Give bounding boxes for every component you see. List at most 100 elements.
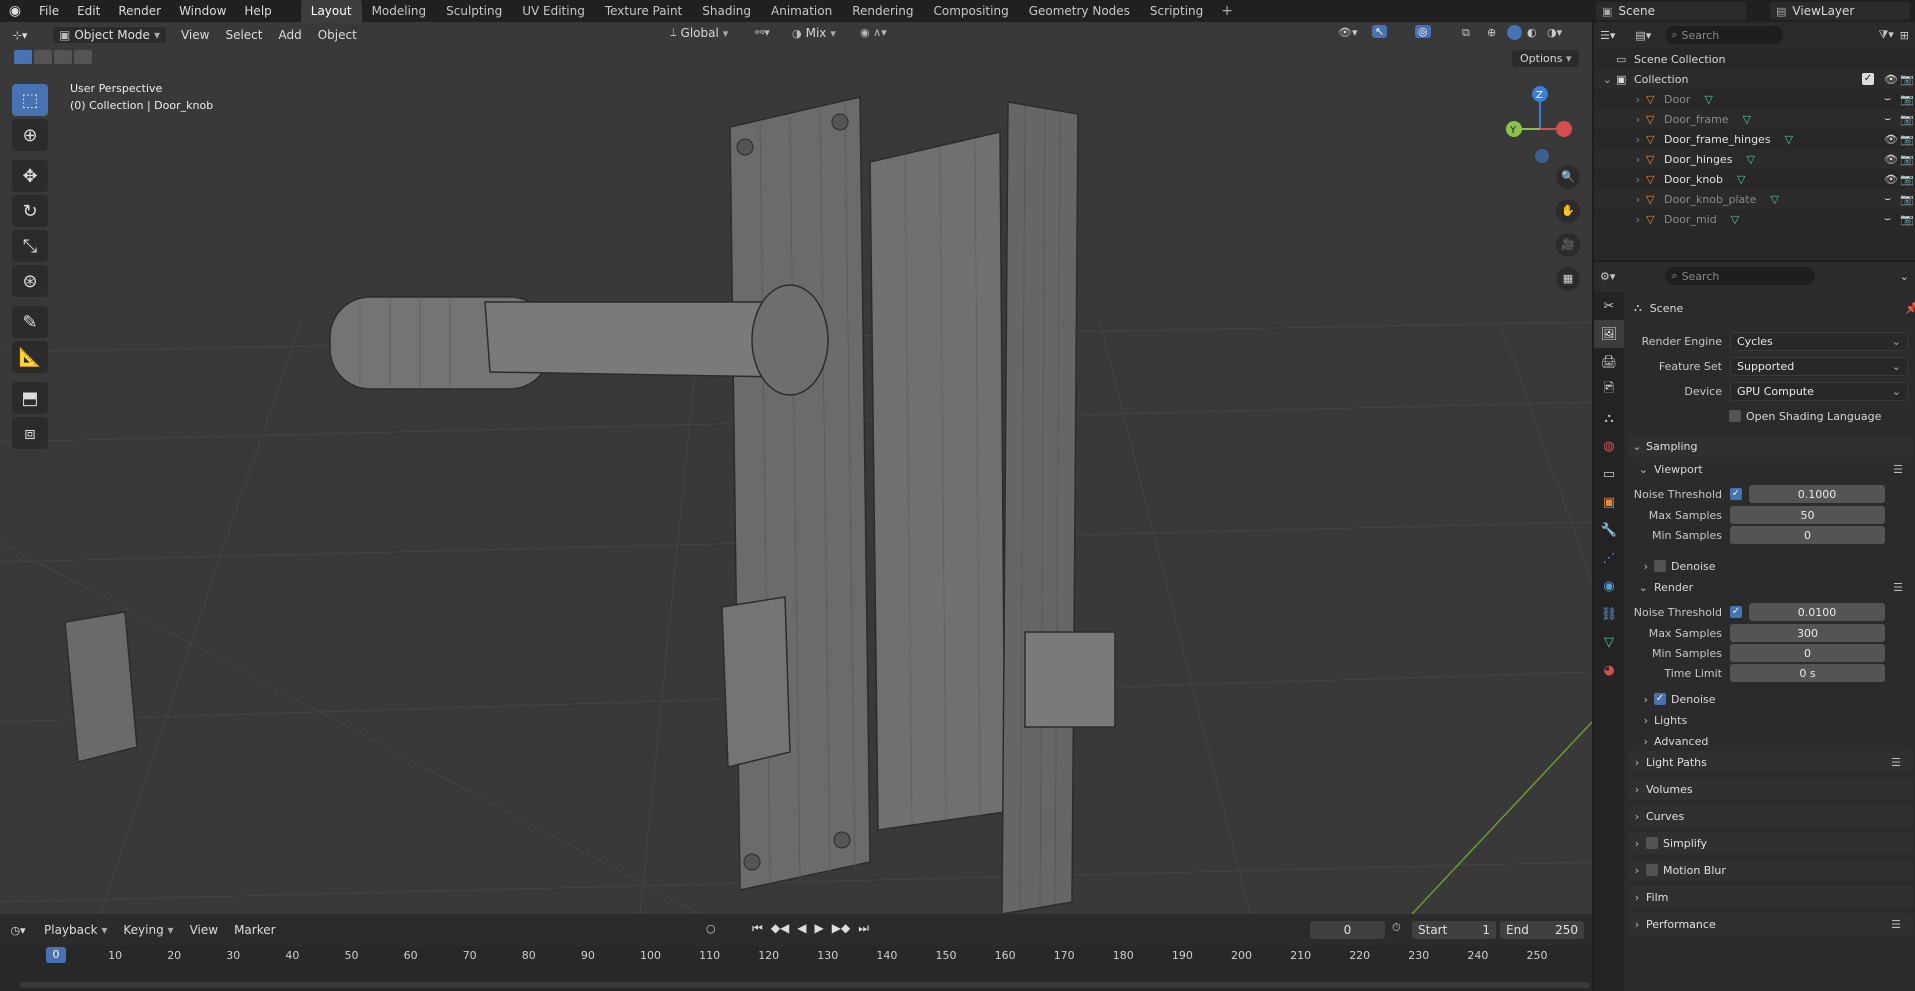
camera-icon[interactable]: 📷: [1900, 173, 1914, 186]
outliner-object-row[interactable]: › ▽ Door_frame_hinges ▽ 👁 📷: [1594, 129, 1915, 149]
r-denoise-checkbox[interactable]: ✓: [1654, 693, 1666, 705]
menu-select[interactable]: Select: [217, 22, 270, 48]
osl-checkbox-row[interactable]: Open Shading Language: [1729, 406, 1915, 426]
render-tab-icon[interactable]: 🖼: [1594, 320, 1624, 348]
tab-compositing[interactable]: Compositing: [923, 0, 1018, 22]
pan-icon[interactable]: ✋: [1556, 199, 1580, 223]
expand-icon[interactable]: ›: [1594, 193, 1646, 206]
render-subpanel-header[interactable]: ⌄ Render ☰: [1624, 577, 1915, 597]
tab-shading[interactable]: Shading: [692, 0, 761, 22]
light-paths-panel[interactable]: › Light Paths ☰: [1628, 751, 1913, 773]
outliner-object-row[interactable]: › ▽ Door_frame ▽ ⌣ 📷: [1594, 109, 1915, 129]
object-tab-icon[interactable]: ▣: [1594, 488, 1624, 516]
outliner-object-row[interactable]: › ▽ Door_knob_plate ▽ ⌣ 📷: [1594, 189, 1915, 209]
tool-tab-icon[interactable]: ✂: [1594, 292, 1624, 320]
expand-icon[interactable]: ›: [1594, 213, 1646, 226]
eye-hidden-icon[interactable]: ⌣: [1884, 112, 1891, 126]
r-max-field[interactable]: 300: [1730, 624, 1885, 642]
select-box-tool[interactable]: ⬚: [12, 84, 48, 116]
camera-view-icon[interactable]: 🎥: [1556, 233, 1580, 257]
start-frame-field[interactable]: Start 1: [1412, 921, 1496, 939]
menu-window[interactable]: Window: [170, 0, 235, 22]
tab-animation[interactable]: Animation: [761, 0, 842, 22]
camera-icon[interactable]: 📷: [1900, 213, 1914, 226]
outliner-search[interactable]: ⌕ Search: [1665, 26, 1784, 44]
overlay-toggle-icon[interactable]: ◎: [1415, 25, 1431, 38]
add-workspace-icon[interactable]: +: [1213, 3, 1241, 19]
menu-marker[interactable]: Marker: [226, 917, 283, 943]
menu-playback[interactable]: Playback ▾: [36, 917, 115, 943]
chevron-down-icon[interactable]: ⌄: [1900, 270, 1909, 283]
editor-type-icon[interactable]: ⊹▾: [0, 29, 40, 42]
properties-editor[interactable]: ⚙▾ ⌕ Search ⌄ ✂ 🖼 🖨 🖻 ⛬ ◍ ▭ ▣ 🔧 ⋰ ◉ ⛓ ▽ …: [1594, 262, 1915, 991]
outliner-editor[interactable]: ☰▾ ▤▾ ⌕ Search ⧩▾ ⊞ ▭ Scene Collection ⌄…: [1594, 22, 1915, 260]
expand-icon[interactable]: ›: [1594, 173, 1646, 186]
add-cube-tool[interactable]: ⬒: [12, 382, 48, 414]
transform-tool[interactable]: ⊛: [12, 265, 48, 297]
vp-min-field[interactable]: 0: [1730, 526, 1885, 544]
expand-icon[interactable]: ⌄: [1594, 73, 1616, 86]
tab-layout[interactable]: Layout: [300, 0, 362, 22]
shading-wireframe-icon[interactable]: ⊕: [1487, 26, 1496, 39]
visibility-icon[interactable]: 👁▾: [1338, 26, 1358, 39]
gizmo-toggle-icon[interactable]: ↖: [1372, 25, 1388, 38]
motion-blur-panel[interactable]: › Motion Blur: [1628, 859, 1913, 881]
feature-set-dropdown[interactable]: Supported ⌄: [1730, 356, 1908, 376]
properties-search[interactable]: ⌕ Search: [1665, 267, 1816, 285]
menu-timeline-view[interactable]: View: [182, 917, 226, 943]
expand-icon[interactable]: ›: [1594, 153, 1646, 166]
vp-denoise-row[interactable]: › Denoise: [1624, 556, 1915, 576]
select-extend-icon[interactable]: [34, 50, 52, 64]
osl-checkbox[interactable]: [1729, 410, 1741, 422]
prev-keyframe-icon[interactable]: ◆◀: [771, 921, 789, 936]
simplify-panel[interactable]: › Simplify: [1628, 832, 1913, 854]
scene-tab-icon[interactable]: ⛬: [1594, 404, 1624, 432]
pin-icon[interactable]: 📌: [1905, 302, 1915, 315]
outliner-object-row[interactable]: › ▽ Door_knob ▽ 👁 📷: [1594, 169, 1915, 189]
options-button[interactable]: Options ▾: [1512, 50, 1580, 67]
camera-icon[interactable]: 📷: [1900, 193, 1914, 206]
camera-icon[interactable]: 📷: [1900, 93, 1914, 106]
eye-hidden-icon[interactable]: ⌣: [1884, 92, 1891, 106]
tab-rendering[interactable]: Rendering: [842, 0, 923, 22]
menu-help[interactable]: Help: [235, 0, 280, 22]
scale-tool[interactable]: ⤡: [12, 230, 48, 262]
menu-object[interactable]: Object: [310, 22, 365, 48]
r-time-field[interactable]: 0 s: [1730, 664, 1885, 682]
filter-icon[interactable]: ⧩▾: [1878, 28, 1893, 42]
mode-dropdown[interactable]: ▣ Object Mode ▾: [52, 26, 167, 44]
menu-edit[interactable]: Edit: [68, 0, 109, 22]
blender-logo-icon[interactable]: ◉: [0, 3, 30, 19]
collection-row[interactable]: ⌄ ▣ Collection ✓ 👁 📷: [1594, 69, 1915, 89]
timeline-scrollbar[interactable]: [20, 982, 1590, 988]
r-noise-checkbox[interactable]: ✓: [1730, 606, 1742, 618]
editor-type-icon[interactable]: ⚙▾: [1600, 270, 1615, 283]
eye-icon[interactable]: 👁: [1884, 173, 1898, 186]
play-icon[interactable]: ▶: [815, 921, 824, 936]
shading-solid-icon[interactable]: [1507, 25, 1522, 40]
tab-geometry-nodes[interactable]: Geometry Nodes: [1019, 0, 1140, 22]
vp-noise-field[interactable]: 0.1000: [1749, 485, 1885, 503]
device-dropdown[interactable]: GPU Compute ⌄: [1730, 381, 1908, 401]
ortho-toggle-icon[interactable]: ▦: [1556, 267, 1580, 291]
eye-hidden-icon[interactable]: ⌣: [1884, 212, 1891, 226]
new-collection-icon[interactable]: ⊞: [1900, 29, 1909, 42]
scene-selector[interactable]: ▣ Scene: [1596, 2, 1746, 20]
playhead[interactable]: 0: [46, 947, 66, 963]
simplify-checkbox[interactable]: [1646, 837, 1658, 849]
r-min-field[interactable]: 0: [1730, 644, 1885, 662]
eye-icon[interactable]: 👁: [1884, 133, 1898, 146]
editor-type-icon[interactable]: ☰▾: [1600, 29, 1615, 42]
shading-material-icon[interactable]: ◐: [1527, 26, 1537, 39]
motion-blur-checkbox[interactable]: [1646, 864, 1658, 876]
eye-hidden-icon[interactable]: ⌣: [1884, 192, 1891, 206]
volumes-panel[interactable]: › Volumes: [1628, 778, 1913, 800]
sampling-panel-header[interactable]: ⌄ Sampling: [1628, 435, 1913, 457]
vp-denoise-checkbox[interactable]: [1654, 560, 1666, 572]
cursor-tool[interactable]: ⊕: [12, 119, 48, 151]
jump-start-icon[interactable]: ⏮: [752, 921, 763, 936]
film-panel[interactable]: › Film: [1628, 886, 1913, 908]
tab-uv-editing[interactable]: UV Editing: [512, 0, 595, 22]
current-frame-field[interactable]: 0: [1310, 921, 1385, 939]
pivot-icon[interactable]: ⚯▾: [755, 26, 770, 39]
